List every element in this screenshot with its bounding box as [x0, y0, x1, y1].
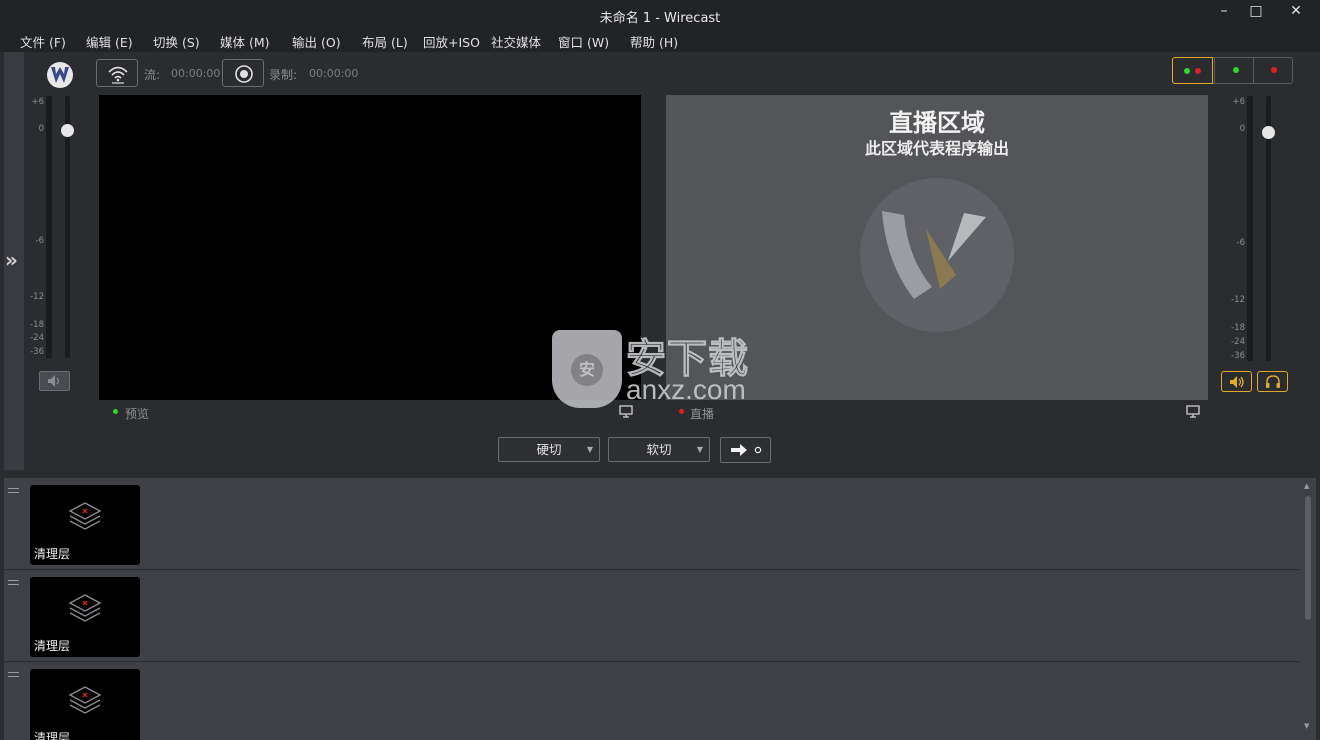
layer-label: 清理层: [34, 731, 71, 740]
menu-replay-iso[interactable]: 回放+ISO: [423, 32, 480, 51]
live-audio-button[interactable]: [1221, 371, 1252, 392]
record-label: 录制:: [269, 68, 298, 82]
caret-down-icon: ▼: [586, 445, 593, 454]
layer-label: 清理层: [34, 547, 71, 561]
record-icon: [235, 65, 253, 83]
preview-audio-mute-button[interactable]: [39, 371, 70, 391]
smooth-transition-select[interactable]: 软切 ▼: [608, 437, 710, 462]
layer-row[interactable]: 清理层: [4, 570, 1300, 662]
menu-media[interactable]: 媒体 (M): [220, 32, 270, 51]
layout-preview-only-button[interactable]: [1214, 57, 1255, 84]
drag-handle-icon[interactable]: [8, 580, 19, 588]
shield-icon: 安: [552, 330, 622, 408]
layers-scrollbar[interactable]: ▲ ▼: [1303, 478, 1313, 740]
right-volume-knob[interactable]: [1262, 126, 1275, 139]
layers-stack-icon: [68, 502, 102, 530]
monitor-icon[interactable]: [1186, 405, 1200, 418]
layout-preview-live-button[interactable]: [1172, 57, 1213, 84]
layer-shot-thumbnail[interactable]: 清理层: [30, 485, 140, 565]
drag-handle-icon[interactable]: [8, 488, 19, 496]
menu-switch[interactable]: 切换 (S): [153, 32, 200, 51]
record-button[interactable]: [222, 59, 264, 87]
double-chevron-right-icon[interactable]: »: [5, 248, 18, 272]
drag-handle-icon[interactable]: [8, 672, 19, 680]
preview-status-dot: [113, 409, 118, 414]
headphones-monitor-button[interactable]: [1257, 371, 1288, 392]
layer-row[interactable]: 清理层: [4, 478, 1300, 570]
stream-label: 流:: [144, 68, 161, 82]
record-time: 00:00:00: [309, 67, 359, 80]
scroll-up-icon[interactable]: ▲: [1304, 482, 1309, 490]
stream-wifi-icon: [108, 66, 128, 84]
arrow-right-icon: [731, 444, 762, 456]
watermark-en: anxz.com: [626, 374, 746, 405]
left-volume-knob[interactable]: [61, 124, 74, 137]
minimize-button[interactable]: –: [1208, 0, 1240, 22]
layers-stack-icon: [68, 594, 102, 622]
speaker-icon: [48, 375, 60, 387]
menu-window[interactable]: 窗口 (W): [558, 32, 609, 51]
stream-button[interactable]: [96, 59, 138, 87]
menu-layout[interactable]: 布局 (L): [362, 32, 408, 51]
layer-row[interactable]: 清理层: [4, 662, 1300, 740]
menu-social[interactable]: 社交媒体: [491, 32, 541, 51]
layout-mode-toggle: [1172, 57, 1293, 84]
divider: [0, 470, 1320, 478]
layer-shot-thumbnail[interactable]: 清理层: [30, 669, 140, 740]
layer-label: 清理层: [34, 639, 71, 653]
close-button[interactable]: ✕: [1272, 0, 1320, 22]
scroll-down-icon[interactable]: ▼: [1304, 722, 1309, 730]
menu-file[interactable]: 文件 (F): [20, 32, 66, 51]
menu-output[interactable]: 输出 (O): [292, 32, 341, 51]
menu-edit[interactable]: 编辑 (E): [86, 32, 133, 51]
speaker-icon: [1230, 376, 1244, 388]
maximize-button[interactable]: □: [1240, 0, 1272, 22]
cut-transition-select[interactable]: 硬切 ▼: [498, 437, 600, 462]
stream-time: 00:00:00: [171, 67, 221, 80]
live-area-subtitle: 此区域代表程序输出: [864, 139, 1009, 158]
layers-stack-icon: [68, 686, 102, 714]
wirecast-logo-icon[interactable]: [47, 62, 73, 88]
layers-panel: 清理层 清理层 清理层 ▲ ▼: [4, 478, 1316, 740]
live-area-title: 直播区域: [889, 109, 985, 137]
preview-label: 预览: [125, 407, 150, 421]
layer-shot-thumbnail[interactable]: 清理层: [30, 577, 140, 657]
layout-live-only-button[interactable]: [1253, 57, 1294, 84]
caret-down-icon: ▼: [696, 445, 703, 454]
window-title: 未命名 1 - Wirecast: [599, 11, 721, 26]
sidebar-expand-strip[interactable]: »: [4, 52, 24, 470]
title-bar: 未命名 1 - Wirecast – □ ✕: [0, 0, 1320, 30]
watermark: 安 安下载 anxz.com: [550, 326, 770, 410]
wirecast-logo-icon: [860, 178, 1014, 332]
menu-help[interactable]: 帮助 (H): [630, 32, 678, 51]
scrollbar-thumb[interactable]: [1305, 496, 1311, 620]
go-transition-button[interactable]: [720, 437, 771, 463]
headphones-icon: [1266, 375, 1280, 388]
menu-bar: 文件 (F) 编辑 (E) 切换 (S) 媒体 (M) 输出 (O) 布局 (L…: [0, 30, 1320, 52]
